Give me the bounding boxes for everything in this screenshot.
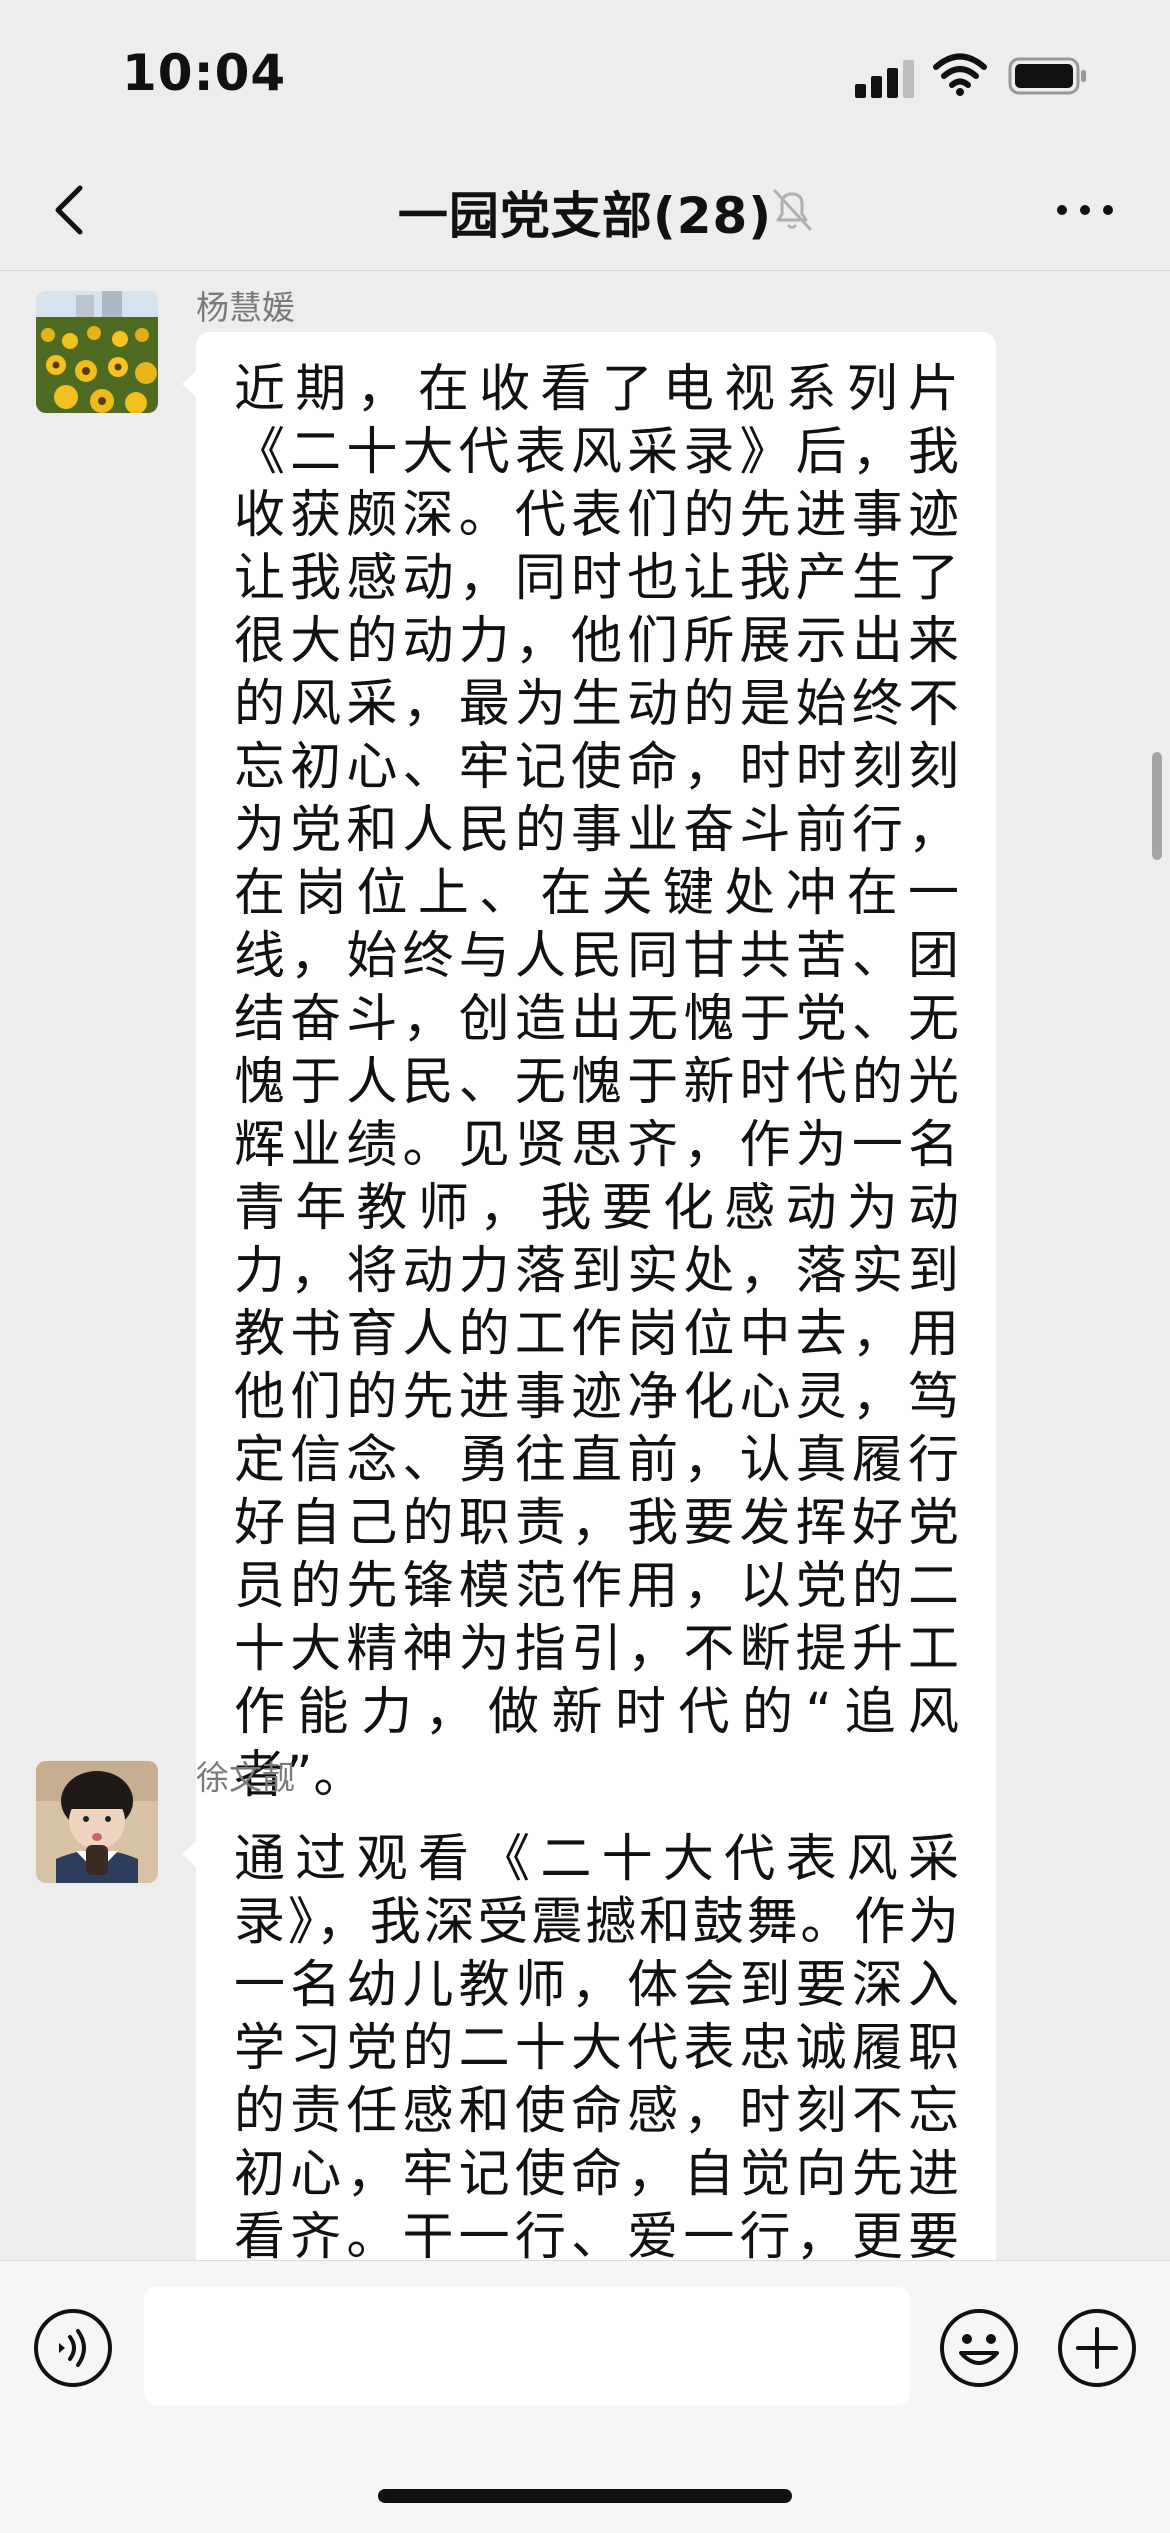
sender-name: 杨慧媛 xyxy=(196,288,295,327)
message-item: 杨慧媛 近期，在收看了电视系列片《二十大代表风采录》后，我收获颇深。代表们的先进… xyxy=(0,271,1170,1835)
avatar[interactable] xyxy=(36,291,158,413)
child-portrait-photo xyxy=(36,1761,158,1883)
message-item: 徐文靓 通过观看《二十大代表风采录》，我深受震撼和鼓舞。作为一名幼儿教师，体会到… xyxy=(0,1741,1170,2260)
status-bar: 10:04 xyxy=(0,0,1170,150)
cellular-signal-icon xyxy=(855,58,915,98)
status-time: 10:04 xyxy=(122,44,287,102)
chat-title: 一园党支部(28) xyxy=(397,187,773,245)
input-bar xyxy=(0,2260,1170,2533)
sender-name: 徐文靓 xyxy=(196,1758,295,1797)
plus-icon[interactable] xyxy=(1056,2307,1138,2389)
battery-icon xyxy=(1008,57,1086,95)
sunflower-field-photo xyxy=(36,291,158,413)
message-bubble[interactable]: 近期，在收看了电视系列片《二十大代表风采录》后，我收获颇深。代表们的先进事迹让我… xyxy=(182,332,996,1835)
emoji-icon[interactable] xyxy=(938,2307,1020,2389)
home-indicator xyxy=(378,2489,792,2503)
wifi-icon xyxy=(933,53,987,96)
scrollbar[interactable] xyxy=(1152,752,1162,860)
bell-muted-icon xyxy=(773,189,812,231)
message-list[interactable]: 杨慧媛 近期，在收看了电视系列片《二十大代表风采录》后，我收获颇深。代表们的先进… xyxy=(0,271,1170,2260)
avatar[interactable] xyxy=(36,1761,158,1883)
voice-input-icon[interactable] xyxy=(32,2307,114,2389)
message-input[interactable] xyxy=(144,2287,910,2405)
chat-header: 一园党支部(28) xyxy=(0,150,1170,271)
message-bubble[interactable]: 通过观看《二十大代表风采录》，我深受震撼和鼓舞。作为一名幼儿教师，体会到要深入学… xyxy=(182,1802,996,2260)
more-dots-icon[interactable] xyxy=(1052,180,1118,240)
